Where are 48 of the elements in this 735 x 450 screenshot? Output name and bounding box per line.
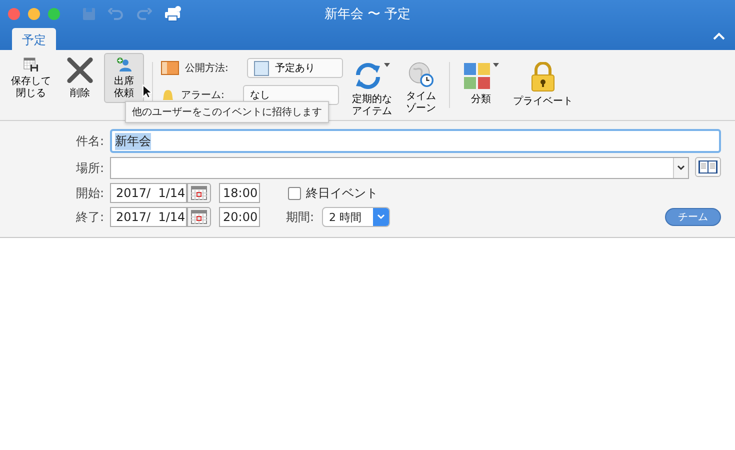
end-date-field[interactable]: 2017/ 1/14	[110, 207, 187, 227]
start-time-field[interactable]: 18:00	[219, 183, 260, 203]
category-icon	[463, 62, 491, 90]
start-label: 開始:	[74, 184, 104, 202]
ribbon-tab[interactable]: 予定	[12, 28, 56, 50]
chevron-down-icon[interactable]	[677, 165, 685, 171]
alarm-label: アラーム:	[181, 89, 226, 102]
calendar-button[interactable]	[187, 207, 211, 227]
all-day-label: 終日イベント	[306, 184, 378, 202]
all-day-checkbox[interactable]	[288, 186, 301, 200]
end-label: 終了:	[74, 208, 104, 226]
book-icon	[698, 160, 718, 174]
zoom-button[interactable]	[48, 8, 60, 20]
delete-icon	[65, 57, 95, 84]
calendar-icon	[191, 186, 207, 200]
show-as-label: 公開方法:	[185, 62, 230, 75]
collapse-icon[interactable]	[713, 32, 725, 40]
calendar-button[interactable]	[187, 183, 211, 203]
subject-field[interactable]: 新年会	[110, 129, 721, 153]
start-date-field[interactable]: 2017/ 1/14	[110, 183, 187, 203]
minimize-button[interactable]	[28, 8, 40, 20]
globe-clock-icon	[406, 62, 436, 87]
print-icon[interactable]	[164, 6, 182, 22]
private-button[interactable]: プライベート	[508, 58, 578, 118]
calendar-icon	[191, 210, 207, 224]
recurrence-button[interactable]: 定期的なアイテム	[347, 58, 397, 118]
duration-label: 期間:	[286, 208, 314, 226]
save-button[interactable]: 保存して閉じる	[6, 53, 56, 103]
delete-button[interactable]: 削除	[60, 53, 100, 103]
subject-label: 件名:	[74, 132, 104, 150]
address-book-button[interactable]	[695, 157, 721, 177]
caret-icon	[384, 62, 390, 68]
location-field[interactable]	[110, 157, 689, 179]
tooltip: 他のユーザーをこのイベントに招待します	[125, 101, 329, 123]
duration-select[interactable]: 2 時間	[322, 207, 390, 227]
busy-status-icon	[161, 61, 179, 75]
refresh-icon	[354, 62, 382, 90]
category-button[interactable]: 分類	[458, 58, 504, 118]
chevron-down-icon	[377, 214, 386, 220]
window-title: 新年会 〜 予定	[324, 6, 411, 23]
lock-icon	[530, 62, 556, 92]
timezone-button[interactable]: タイムゾーン	[401, 58, 441, 118]
bell-icon	[161, 87, 175, 103]
mouse-pointer-icon	[142, 84, 152, 99]
end-time-field[interactable]: 20:00	[219, 207, 260, 227]
show-as-select[interactable]: 予定あり	[247, 58, 343, 78]
caret-icon	[493, 62, 499, 68]
location-label: 場所:	[74, 160, 104, 176]
